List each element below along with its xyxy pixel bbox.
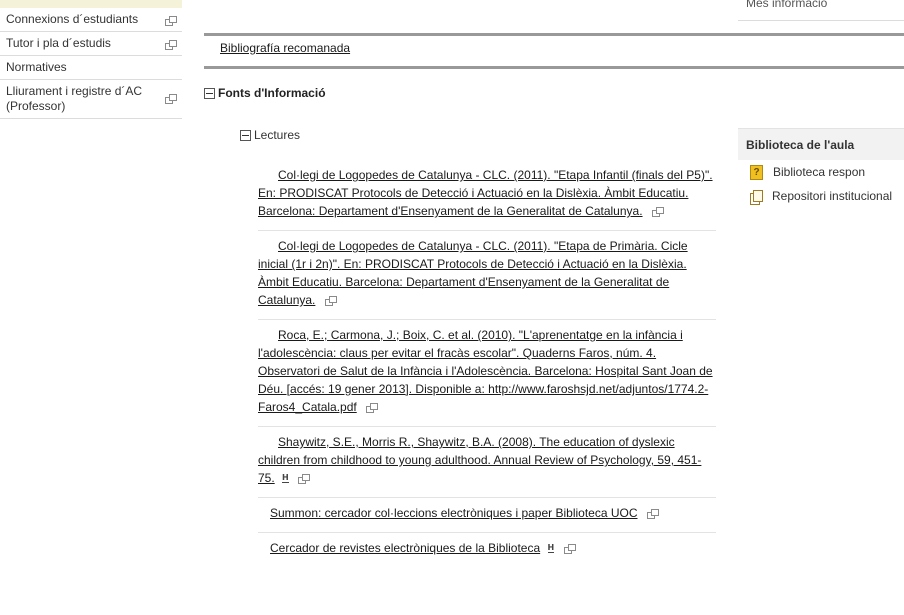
more-info-label: Més informació bbox=[746, 0, 828, 10]
library-panel: Biblioteca de l'aula ? Biblioteca respon … bbox=[738, 128, 904, 208]
sidebar-item-lliurament[interactable]: Lliurament i registre d´AC (Professor) bbox=[0, 80, 182, 119]
documents-icon bbox=[750, 190, 763, 206]
external-link-icon[interactable] bbox=[165, 40, 177, 50]
collapse-icon[interactable] bbox=[240, 130, 251, 142]
external-link-icon[interactable] bbox=[298, 474, 311, 485]
reference-link[interactable]: Col·legi de Logopedes de Catalunya - CLC… bbox=[258, 239, 688, 307]
reference-link[interactable]: Col·legi de Logopedes de Catalunya - CLC… bbox=[258, 168, 713, 218]
lectures-heading-label: Lectures bbox=[254, 128, 301, 142]
sidebar-item-label: Lliurament i registre d´AC (Professor) bbox=[6, 84, 143, 113]
reference-link[interactable]: Roca, E.; Carmona, J.; Boix, C. et al. (… bbox=[258, 328, 713, 414]
bibliografia-link[interactable]: Bibliografía recomanada bbox=[220, 41, 350, 55]
external-link-icon[interactable] bbox=[651, 207, 664, 218]
library-item-label: Biblioteca respon bbox=[773, 165, 866, 179]
library-item-respon[interactable]: ? Biblioteca respon bbox=[738, 160, 904, 184]
divider-middle bbox=[204, 66, 904, 69]
more-info-box[interactable]: Més informació bbox=[738, 0, 904, 21]
list-item: Cercador de revistes electròniques de la… bbox=[258, 533, 716, 567]
divider-top bbox=[204, 33, 904, 36]
collapse-icon[interactable] bbox=[204, 88, 215, 100]
library-item-repositori[interactable]: Repositori institucional bbox=[738, 184, 904, 208]
references-list: Col·legi de Logopedes de Catalunya - CLC… bbox=[258, 160, 716, 567]
sidebar-item-label: Connexions d´estudiants bbox=[6, 12, 139, 26]
sidebar-item-tutor[interactable]: Tutor i pla d´estudis bbox=[0, 32, 182, 56]
sidebar-item-label: Normatives bbox=[6, 60, 67, 74]
external-link-icon[interactable] bbox=[165, 16, 177, 26]
fonts-section-heading[interactable]: Fonts d'Informació bbox=[204, 86, 326, 100]
external-link-icon[interactable] bbox=[324, 296, 337, 307]
sidebar-item-label: Tutor i pla d´estudis bbox=[6, 36, 111, 50]
library-item-label: Repositori institucional bbox=[772, 189, 893, 204]
question-icon: ? bbox=[750, 165, 763, 181]
external-link-icon[interactable] bbox=[165, 94, 177, 104]
list-item: Roca, E.; Carmona, J.; Boix, C. et al. (… bbox=[258, 320, 716, 427]
external-link-icon[interactable] bbox=[366, 403, 379, 414]
fonts-heading-label: Fonts d'Informació bbox=[218, 86, 326, 100]
html-format-icon: H bbox=[282, 473, 289, 484]
html-format-icon: H bbox=[547, 543, 555, 554]
sidebar: Connexions d´estudiants Tutor i pla d´es… bbox=[0, 0, 182, 119]
sidebar-item-normatives[interactable]: Normatives bbox=[0, 56, 182, 80]
sidebar-item-connexions[interactable]: Connexions d´estudiants bbox=[0, 8, 182, 32]
lectures-section-heading[interactable]: Lectures bbox=[240, 128, 300, 142]
reference-link[interactable]: Shaywitz, S.E., Morris R., Shaywitz, B.A… bbox=[258, 435, 701, 485]
list-item: Shaywitz, S.E., Morris R., Shaywitz, B.A… bbox=[258, 427, 716, 498]
library-panel-title: Biblioteca de l'aula bbox=[738, 128, 904, 160]
external-link-icon[interactable] bbox=[646, 509, 659, 520]
reference-link[interactable]: Summon: cercador col·leccions electròniq… bbox=[270, 506, 638, 520]
sidebar-top-bar bbox=[0, 0, 182, 8]
list-item: Col·legi de Logopedes de Catalunya - CLC… bbox=[258, 231, 716, 320]
reference-link[interactable]: Cercador de revistes electròniques de la… bbox=[270, 541, 540, 555]
list-item: Summon: cercador col·leccions electròniq… bbox=[258, 498, 716, 533]
list-item: Col·legi de Logopedes de Catalunya - CLC… bbox=[258, 160, 716, 231]
external-link-icon[interactable] bbox=[563, 544, 576, 555]
